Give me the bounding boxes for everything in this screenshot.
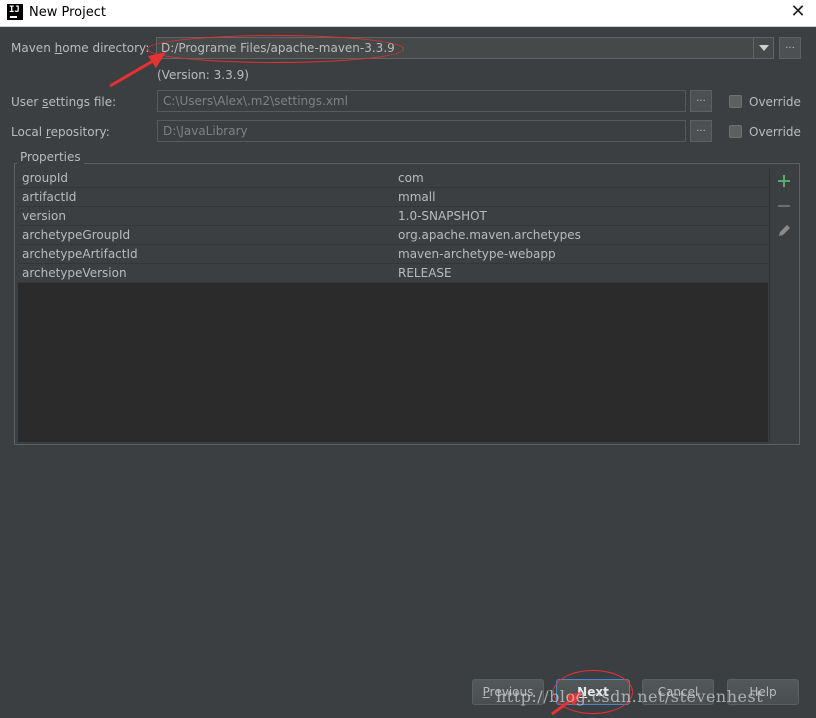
property-value: org.apache.maven.archetypes bbox=[398, 228, 581, 242]
local-repo-browse-button[interactable]: ... bbox=[690, 120, 712, 142]
close-icon[interactable]: ✕ bbox=[788, 2, 808, 22]
property-value: maven-archetype-webapp bbox=[398, 247, 556, 261]
table-row[interactable]: archetypeArtifactId maven-archetype-weba… bbox=[18, 245, 768, 264]
local-repo-label: Local repository: bbox=[11, 125, 110, 139]
property-value: RELEASE bbox=[398, 266, 452, 280]
chevron-down-icon[interactable] bbox=[753, 38, 773, 58]
annotation-arrow bbox=[109, 52, 166, 88]
local-repo-override-checkbox[interactable] bbox=[729, 125, 742, 138]
property-key: artifactId bbox=[22, 190, 77, 204]
user-settings-input[interactable]: C:\Users\Alex\.m2\settings.xml bbox=[157, 90, 686, 112]
mnemonic: P bbox=[482, 685, 490, 699]
table-row[interactable]: groupId com bbox=[18, 169, 768, 188]
maven-home-browse-button[interactable]: ... bbox=[779, 37, 801, 59]
property-key: archetypeArtifactId bbox=[22, 247, 138, 261]
property-value: com bbox=[398, 171, 424, 185]
user-settings-override-checkbox[interactable] bbox=[729, 95, 742, 108]
table-row[interactable]: archetypeVersion RELEASE bbox=[18, 264, 768, 283]
property-key: version bbox=[22, 209, 66, 223]
user-settings-browse-button[interactable]: ... bbox=[690, 90, 712, 112]
label-part: ettings file: bbox=[48, 95, 117, 109]
annotation-ellipse bbox=[147, 35, 404, 63]
property-key: archetypeGroupId bbox=[22, 228, 131, 242]
title-bar: IJ New Project ✕ bbox=[0, 0, 816, 27]
label-part: User bbox=[11, 95, 43, 109]
table-row[interactable]: artifactId mmall bbox=[18, 188, 768, 207]
table-row[interactable]: archetypeGroupId org.apache.maven.archet… bbox=[18, 226, 768, 245]
minus-icon[interactable] bbox=[775, 197, 793, 215]
property-key: groupId bbox=[22, 171, 69, 185]
local-repo-override-label: Override bbox=[749, 125, 801, 139]
intellij-app-icon: IJ bbox=[7, 4, 23, 20]
properties-table: groupId com artifactId mmall version 1.0… bbox=[18, 169, 768, 442]
property-value: 1.0-SNAPSHOT bbox=[398, 209, 487, 223]
window-title: New Project bbox=[29, 5, 106, 20]
watermark-text: http://blog.csdn.net/stevenhest bbox=[496, 687, 764, 706]
local-repo-value: D:\JavaLibrary bbox=[163, 124, 248, 138]
local-repo-input[interactable]: D:\JavaLibrary bbox=[157, 120, 686, 142]
plus-icon[interactable] bbox=[775, 172, 793, 190]
label-part: Local bbox=[11, 125, 46, 139]
pencil-icon-svg bbox=[779, 225, 790, 236]
property-key: archetypeVersion bbox=[22, 266, 127, 280]
user-settings-value: C:\Users\Alex\.m2\settings.xml bbox=[163, 94, 348, 108]
user-settings-label: User settings file: bbox=[11, 95, 116, 109]
label-part: Maven bbox=[11, 41, 55, 55]
pencil-icon[interactable] bbox=[775, 222, 793, 240]
label-part: epository: bbox=[50, 125, 110, 139]
properties-legend: Properties bbox=[17, 150, 84, 164]
user-settings-override-label: Override bbox=[749, 95, 801, 109]
table-row[interactable]: version 1.0-SNAPSHOT bbox=[18, 207, 768, 226]
property-value: mmall bbox=[398, 190, 436, 204]
properties-toolbar bbox=[769, 169, 797, 442]
